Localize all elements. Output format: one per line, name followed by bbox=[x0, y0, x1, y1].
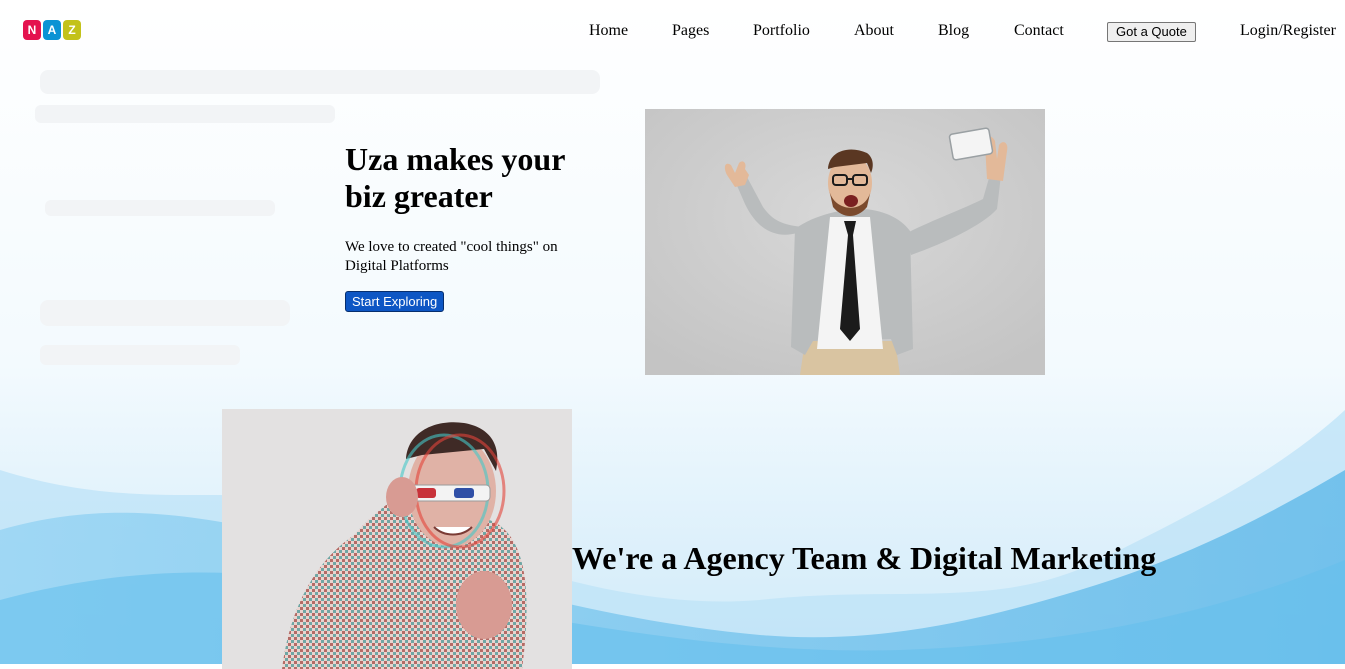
nav-about[interactable]: About bbox=[854, 22, 894, 40]
hero-subtitle: We love to created "cool things" on Digi… bbox=[345, 239, 558, 274]
agency-section-title: We're a Agency Team & Digital Marketing bbox=[572, 540, 1157, 576]
nav-portfolio[interactable]: Portfolio bbox=[753, 22, 810, 40]
hero-photo-selfie-man bbox=[645, 109, 1045, 375]
start-exploring-button[interactable]: Start Exploring bbox=[345, 291, 445, 312]
agency-photo-3d-glasses-man bbox=[222, 409, 572, 669]
nav-home[interactable]: Home bbox=[589, 22, 628, 40]
hero-text: Uza makes your biz greater We love to cr… bbox=[345, 141, 595, 312]
nav-contact[interactable]: Contact bbox=[1014, 22, 1064, 40]
login-register-link[interactable]: Login/Register bbox=[1240, 22, 1336, 40]
nav-blog[interactable]: Blog bbox=[938, 22, 969, 40]
main-nav: Home Pages Portfolio About Blog Contact … bbox=[0, 20, 1345, 42]
hero-title: Uza makes your biz greater bbox=[345, 141, 565, 214]
nav-pages[interactable]: Pages bbox=[672, 22, 709, 40]
got-a-quote-button[interactable]: Got a Quote bbox=[1107, 22, 1196, 42]
